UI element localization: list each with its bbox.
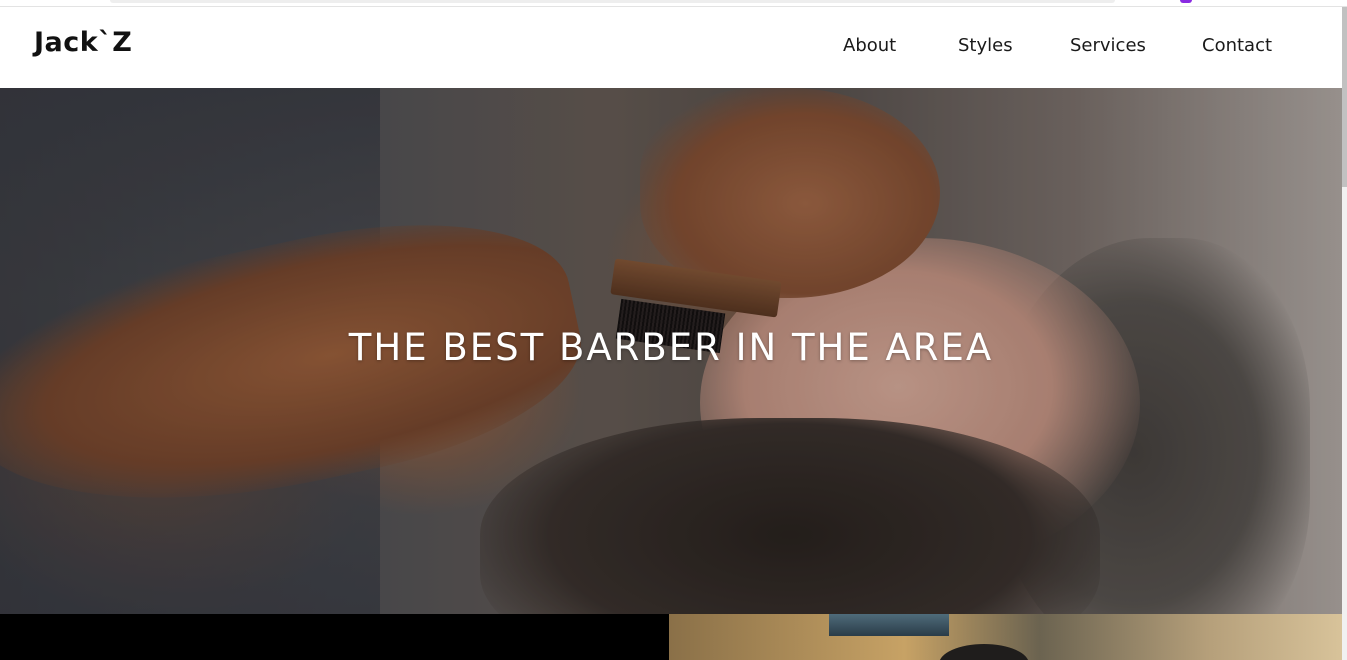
browser-top-strip: [0, 0, 1347, 7]
browser-address-bar-edge: [110, 0, 1115, 3]
section-black-panel: [0, 614, 669, 660]
nav-link-services[interactable]: Services: [1070, 35, 1146, 56]
section-image-panel: [669, 614, 1342, 660]
scrollbar-thumb[interactable]: [1342, 7, 1347, 187]
nav-link-contact[interactable]: Contact: [1202, 35, 1272, 56]
hero-title: THE BEST BARBER IN THE AREA: [348, 326, 994, 369]
image-mirror: [829, 614, 949, 636]
extension-icon[interactable]: [1180, 0, 1192, 3]
site-logo[interactable]: Jack`Z: [34, 27, 132, 58]
page-scrollbar[interactable]: [1342, 7, 1347, 660]
nav-link-about[interactable]: About: [843, 35, 896, 56]
nav-link-styles[interactable]: Styles: [958, 35, 1013, 56]
hero-banner: THE BEST BARBER IN THE AREA: [0, 88, 1342, 614]
image-head: [939, 644, 1029, 660]
site-header: Jack`Z About Styles Services Contact: [0, 7, 1342, 88]
